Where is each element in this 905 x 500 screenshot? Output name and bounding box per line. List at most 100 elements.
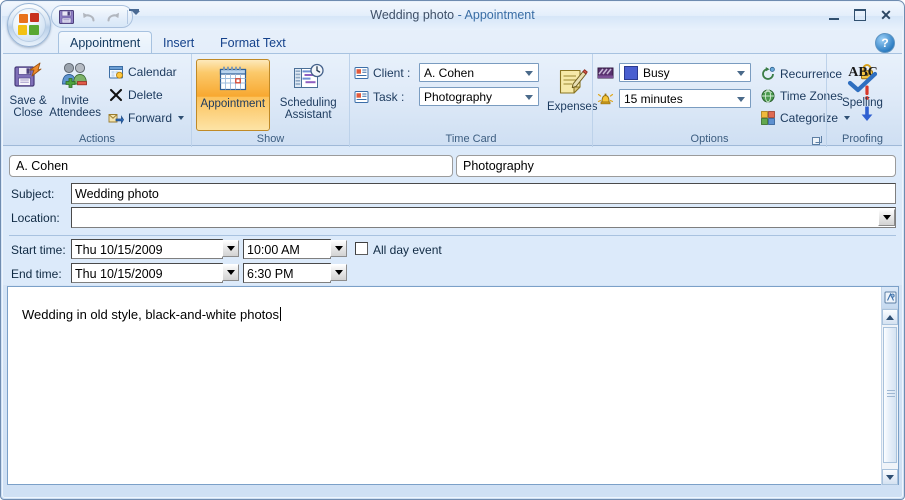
help-button[interactable]: ? bbox=[875, 33, 895, 53]
spelling-label: Spelling bbox=[842, 97, 883, 109]
subject-input[interactable]: Wedding photo bbox=[71, 183, 896, 204]
subject-label: Subject: bbox=[11, 187, 54, 201]
dialog-launcher-icon[interactable] bbox=[812, 135, 823, 146]
show-as-icon bbox=[597, 66, 614, 80]
scheduling-assistant-button[interactable]: Scheduling Assistant bbox=[272, 59, 346, 127]
expenses-button[interactable]: Expenses bbox=[547, 63, 598, 131]
appointment-window: Wedding photo - Appointment ✕ bbox=[0, 0, 905, 500]
ribbon-group-show: Appointment bbox=[191, 54, 349, 147]
ribbon-group-time-card: Client : A. Cohen bbox=[349, 54, 592, 147]
task-display-field[interactable]: Photography bbox=[456, 155, 896, 177]
end-date-input[interactable]: Thu 10/15/2009 bbox=[71, 263, 223, 283]
calendar-icon bbox=[108, 64, 124, 80]
time-card-fields: Client : A. Cohen bbox=[354, 63, 539, 106]
end-clock-input[interactable]: 6:30 PM bbox=[243, 263, 331, 283]
end-time-label: End time: bbox=[11, 267, 62, 281]
scrollbar-grip-icon bbox=[887, 390, 895, 397]
maximize-button[interactable] bbox=[849, 6, 871, 24]
redo-icon[interactable] bbox=[104, 8, 121, 25]
forward-caret-icon bbox=[178, 116, 184, 120]
end-clock-dropdown-button[interactable] bbox=[330, 264, 347, 281]
delete-x-icon bbox=[108, 87, 124, 103]
scrollbar-thumb[interactable] bbox=[883, 327, 897, 463]
ribbon-group-actions: Save & Close bbox=[3, 54, 191, 147]
appointment-calendar-icon bbox=[216, 63, 250, 95]
reminder-combo[interactable]: 15 minutes bbox=[619, 89, 751, 108]
scroll-up-button[interactable] bbox=[882, 309, 898, 325]
start-clock-input[interactable]: 10:00 AM bbox=[243, 239, 331, 259]
ribbon: Save & Close bbox=[3, 53, 902, 146]
end-clock-value: 6:30 PM bbox=[247, 267, 294, 281]
close-button[interactable]: ✕ bbox=[875, 6, 897, 24]
notes-scrollbar[interactable] bbox=[881, 309, 898, 485]
notes-body[interactable]: Wedding in old style, black-and-white ph… bbox=[7, 286, 899, 485]
recurrence-icon bbox=[760, 66, 776, 82]
all-day-event-checkbox[interactable] bbox=[355, 242, 368, 255]
calendar-label: Calendar bbox=[128, 65, 177, 79]
task-combo[interactable]: Photography bbox=[419, 87, 539, 106]
start-date-caret-icon bbox=[227, 246, 235, 251]
notes-text-value: Wedding in old style, black-and-white ph… bbox=[22, 307, 279, 322]
ribbon-group-proofing-body: ABC Spelling bbox=[831, 57, 894, 132]
save-and-close-label-line2: Close bbox=[13, 107, 42, 119]
invite-attendees-label-line2: Attendees bbox=[49, 107, 101, 119]
start-date-input[interactable]: Thu 10/15/2009 bbox=[71, 239, 223, 259]
tab-appointment[interactable]: Appointment bbox=[58, 31, 152, 54]
location-dropdown-button[interactable] bbox=[878, 209, 895, 226]
client-display-field[interactable]: A. Cohen bbox=[9, 155, 453, 177]
ribbon-group-options: Busy bbox=[592, 54, 826, 147]
client-combo-value: A. Cohen bbox=[424, 66, 474, 80]
minimize-button[interactable] bbox=[823, 6, 845, 24]
calendar-button[interactable]: Calendar bbox=[105, 61, 187, 82]
categorize-icon bbox=[760, 110, 776, 126]
invite-attendees-icon bbox=[59, 60, 91, 92]
attachment-pane-button[interactable] bbox=[881, 287, 898, 309]
forward-label: Forward bbox=[128, 111, 172, 125]
task-display-value: Photography bbox=[463, 159, 534, 173]
appointment-view-label: Appointment bbox=[200, 98, 265, 110]
window-title-sub: - Appointment bbox=[454, 8, 535, 22]
contact-card-icon bbox=[354, 66, 369, 80]
client-combo-caret-icon bbox=[525, 71, 533, 76]
window-controls: ✕ bbox=[823, 6, 897, 24]
client-combo[interactable]: A. Cohen bbox=[419, 63, 539, 82]
tab-appointment-label: Appointment bbox=[70, 36, 140, 50]
show-as-combo[interactable]: Busy bbox=[619, 63, 751, 82]
task-combo-value: Photography bbox=[424, 90, 492, 104]
all-day-event-label: All day event bbox=[373, 243, 442, 257]
ribbon-group-time-card-label: Time Card bbox=[354, 132, 588, 147]
invite-attendees-label-line1: Invite bbox=[61, 95, 89, 107]
tab-format-text-label: Format Text bbox=[220, 36, 286, 50]
scroll-down-button[interactable] bbox=[882, 469, 898, 485]
tab-insert[interactable]: Insert bbox=[152, 32, 205, 54]
start-clock-dropdown-button[interactable] bbox=[330, 240, 347, 257]
start-date-dropdown-button[interactable] bbox=[222, 240, 239, 257]
scroll-up-icon bbox=[886, 315, 894, 320]
show-as-value: Busy bbox=[643, 66, 670, 80]
show-as-caret-icon bbox=[737, 71, 745, 76]
invite-attendees-button[interactable]: Invite Attendees bbox=[49, 57, 101, 125]
client-field-row: Client : A. Cohen bbox=[354, 63, 539, 82]
save-icon[interactable] bbox=[58, 8, 75, 25]
location-dropdown-caret-icon bbox=[883, 215, 891, 220]
end-date-dropdown-button[interactable] bbox=[222, 264, 239, 281]
delete-button[interactable]: Delete bbox=[105, 84, 187, 105]
tab-format-text[interactable]: Format Text bbox=[209, 32, 297, 54]
location-input[interactable] bbox=[71, 207, 896, 228]
save-and-close-button[interactable]: Save & Close bbox=[7, 57, 49, 125]
help-icon: ? bbox=[881, 36, 888, 50]
expenses-label: Expenses bbox=[547, 101, 598, 113]
customize-quick-access-icon[interactable] bbox=[132, 11, 140, 15]
forward-icon bbox=[108, 110, 124, 126]
close-icon: ✕ bbox=[880, 8, 892, 22]
expenses-icon bbox=[556, 66, 588, 98]
reminder-row: 15 minutes bbox=[597, 89, 751, 108]
forward-button[interactable]: Forward bbox=[105, 107, 187, 128]
notes-text: Wedding in old style, black-and-white ph… bbox=[22, 307, 281, 322]
start-clock-caret-icon bbox=[335, 246, 343, 251]
appointment-view-button[interactable]: Appointment bbox=[196, 59, 270, 131]
spelling-button[interactable]: ABC Spelling bbox=[832, 59, 894, 127]
minimize-icon bbox=[829, 18, 839, 20]
text-cursor bbox=[280, 307, 281, 321]
undo-icon[interactable] bbox=[81, 8, 98, 25]
